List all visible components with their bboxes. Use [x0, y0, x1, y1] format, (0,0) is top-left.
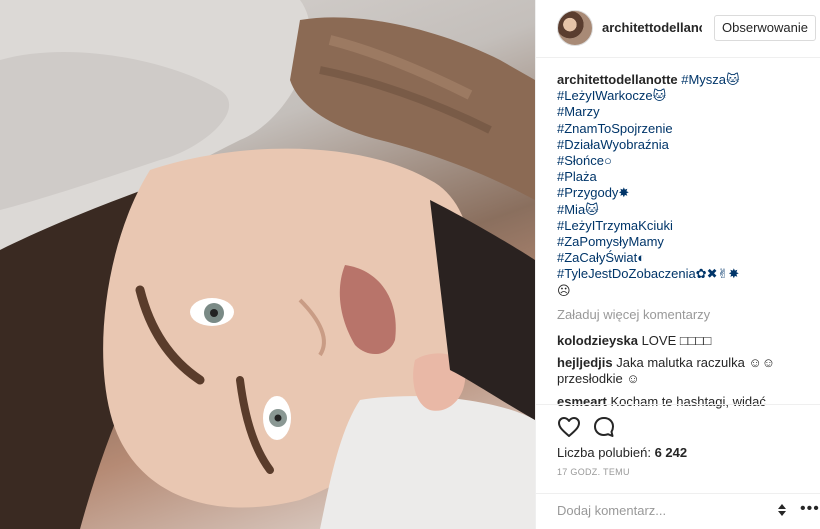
hashtag[interactable]: #Plaża [557, 169, 815, 185]
hashtag[interactable]: #Mia🐱 [557, 202, 815, 218]
comment-bubble-icon[interactable] [592, 415, 616, 439]
load-more-comments-link[interactable]: Załaduj więcej komentarzy [557, 307, 815, 323]
caption: architettodellanotte #Mysza🐱 #LeżyIWarko… [557, 72, 815, 299]
hashtag[interactable]: #ZnamToSpojrzenie [557, 121, 815, 137]
post-photo[interactable] [0, 0, 535, 529]
post-actions: Liczba polubień: 6 242 17 GODZ. TEMU ••• [536, 404, 820, 524]
hashtag[interactable]: #LeżyITrzymaKciuki [557, 218, 815, 234]
post-timestamp: 17 GODZ. TEMU [557, 467, 630, 477]
heart-icon[interactable] [557, 415, 581, 439]
likes-label: Liczba polubień: [557, 445, 651, 460]
comments-section: architettodellanotte #Mysza🐱 #LeżyIWarko… [557, 72, 815, 416]
caption-emoji: ☹ [557, 282, 571, 298]
author-username[interactable]: architettodellanc [602, 20, 702, 35]
hashtag[interactable]: #DziałaWyobraźnia [557, 137, 815, 153]
comment-author[interactable]: hejljedjis [557, 355, 613, 370]
hashtag[interactable]: #Przygody✸ [557, 185, 815, 201]
comment-item: kolodzieyska LOVE □□□□ [557, 333, 815, 349]
author-avatar[interactable] [557, 10, 593, 46]
post-side-panel: architettodellanc Obserwowanie architett… [535, 0, 820, 529]
comment-text: LOVE □□□□ [641, 333, 712, 349]
hashtag[interactable]: #ZaPomysłyMamy [557, 234, 815, 250]
hashtag[interactable]: #Marzy [557, 104, 815, 120]
hashtag[interactable]: #TyleJestDoZobaczenia✿✖✌✸ [557, 266, 815, 282]
caption-author[interactable]: architettodellanotte [557, 72, 678, 87]
hashtag[interactable]: #LeżyIWarkocze🐱 [557, 88, 815, 104]
instagram-post-modal: architettodellanc Obserwowanie architett… [0, 0, 820, 529]
add-comment-bar: ••• [536, 493, 820, 525]
comment-item: hejljedjis Jaka malutka raczulka ☺☺ prze… [557, 355, 815, 387]
likes-number: 6 242 [654, 445, 688, 460]
more-options-icon[interactable]: ••• [800, 501, 820, 517]
likes-count[interactable]: Liczba polubień: 6 242 [557, 445, 687, 460]
comment-author[interactable]: kolodzieyska [557, 333, 638, 348]
scroll-arrows-icon[interactable] [776, 502, 788, 518]
following-button[interactable]: Obserwowanie [714, 15, 816, 41]
post-header: architettodellanc Obserwowanie [536, 0, 820, 58]
hashtag[interactable]: #ZaCałyŚwiat◐ [557, 250, 815, 266]
hashtag[interactable]: #Słońce○ [557, 153, 815, 169]
photo-illustration [0, 0, 535, 529]
hashtag[interactable]: #Mysza🐱 [681, 72, 739, 87]
add-comment-input[interactable] [557, 501, 757, 519]
